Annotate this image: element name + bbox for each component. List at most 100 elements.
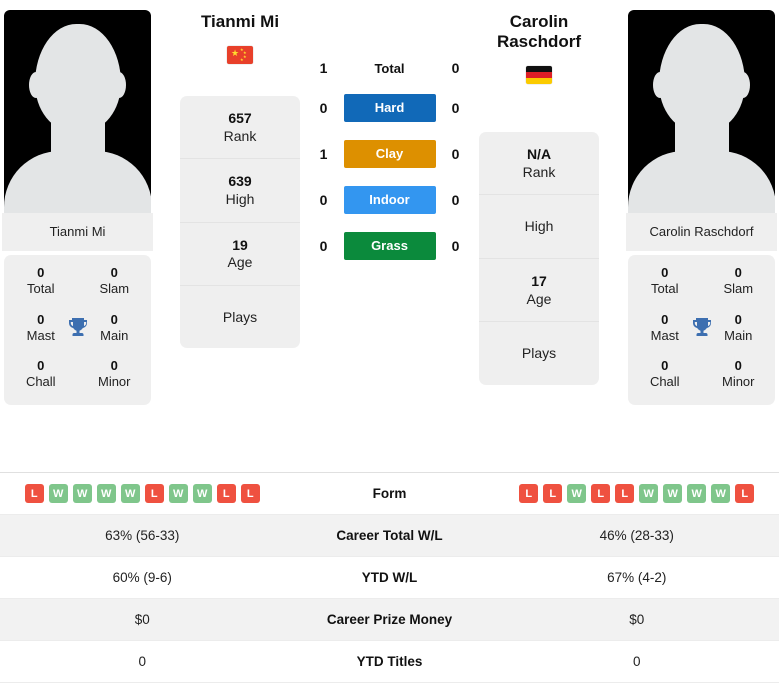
right-titles-minor: 0 Minor bbox=[702, 358, 776, 391]
row-label-form: Form bbox=[372, 486, 407, 501]
right-career-total-wl: 46% (28-33) bbox=[599, 528, 674, 543]
form-badge-win[interactable]: W bbox=[639, 484, 659, 503]
row-label-ytd-titles: YTD Titles bbox=[356, 654, 423, 669]
table-row-career-total-wl: 63% (56-33) Career Total W/L 46% (28-33) bbox=[0, 515, 779, 557]
h2h-total-label: Total bbox=[374, 60, 405, 76]
head-to-head-column: 1 Total 0 0 Hard 0 1 Clay 0 0 Indoor 0 0 bbox=[300, 0, 479, 260]
row-label-ytd-wl: YTD W/L bbox=[361, 570, 418, 585]
left-career-prize-money: $0 bbox=[134, 612, 150, 627]
right-titles-grid: 0 Total 0 Slam 0 Mast 0 Main 0 Chall 0 M… bbox=[628, 265, 775, 391]
left-stat-high-label: High bbox=[225, 190, 255, 207]
right-titles-total: 0 Total bbox=[628, 265, 702, 298]
comparison-table: LWWWWLWWLL Form LLWLLWWWWL 63% (56-33) C… bbox=[0, 472, 779, 683]
h2h-clay-right-score: 0 bbox=[451, 146, 460, 162]
right-stat-rank-value: N/A bbox=[526, 146, 552, 163]
form-badge-loss[interactable]: L bbox=[735, 484, 755, 503]
left-titles-minor: 0 Minor bbox=[78, 358, 152, 391]
right-player-photo-caption: Carolin Raschdorf bbox=[626, 213, 777, 251]
h2h-clay-badge[interactable]: Clay bbox=[343, 140, 436, 168]
h2h-indoor-badge[interactable]: Indoor bbox=[343, 186, 436, 214]
left-ytd-wl: 60% (9-6) bbox=[112, 570, 172, 585]
form-badge-loss[interactable]: L bbox=[519, 484, 539, 503]
form-badge-win[interactable]: W bbox=[687, 484, 707, 503]
left-titles-total-label: Total bbox=[27, 281, 55, 297]
left-player-titles-card: 0 Total 0 Slam 0 Mast 0 Main 0 Chall 0 M… bbox=[4, 255, 151, 405]
h2h-hard-right-score: 0 bbox=[451, 100, 460, 116]
avatar-shoulders-icon bbox=[628, 151, 775, 213]
left-titles-minor-value: 0 bbox=[110, 358, 118, 373]
right-player-photo bbox=[628, 10, 775, 213]
right-titles-chall: 0 Chall bbox=[628, 358, 702, 391]
right-titles-total-value: 0 bbox=[661, 265, 669, 280]
right-form-strip: LLWLLWWWWL bbox=[495, 484, 779, 503]
right-player-titles-card: 0 Total 0 Slam 0 Mast 0 Main 0 Chall 0 M… bbox=[628, 255, 775, 405]
left-player-flag-wrap: ★ ★ ★ ★ ★ bbox=[180, 46, 300, 65]
form-badge-loss[interactable]: L bbox=[216, 484, 236, 503]
right-career-prize-money: $0 bbox=[629, 612, 645, 627]
right-player-info-column: Carolin Raschdorf N/A Rank High 17 Age P… bbox=[479, 0, 599, 385]
right-titles-chall-label: Chall bbox=[649, 374, 680, 390]
h2h-indoor-left-score: 0 bbox=[319, 192, 328, 208]
form-badge-loss[interactable]: L bbox=[144, 484, 164, 503]
left-titles-slam: 0 Slam bbox=[78, 265, 152, 298]
form-badge-win[interactable]: W bbox=[192, 484, 212, 503]
h2h-total-left-score: 1 bbox=[319, 60, 328, 76]
cn-flag-icon: ★ ★ ★ ★ ★ bbox=[227, 46, 253, 65]
form-badge-win[interactable]: W bbox=[168, 484, 188, 503]
right-player-name: Carolin Raschdorf bbox=[496, 12, 582, 52]
form-badge-win[interactable]: W bbox=[120, 484, 140, 503]
right-stat-age-value: 17 bbox=[531, 272, 547, 289]
left-form-strip: LWWWWLWWLL bbox=[0, 484, 285, 503]
left-ytd-titles: 0 bbox=[138, 654, 146, 669]
left-titles-minor-label: Minor bbox=[97, 374, 131, 390]
left-stat-rank: 657 Rank bbox=[180, 96, 300, 160]
h2h-hard-badge[interactable]: Hard bbox=[343, 94, 436, 122]
avatar-ear-right-icon bbox=[112, 72, 126, 98]
left-titles-chall: 0 Chall bbox=[4, 358, 78, 391]
form-badge-loss[interactable]: L bbox=[543, 484, 563, 503]
right-titles-slam: 0 Slam bbox=[702, 265, 776, 298]
h2h-row-grass: 0 Grass 0 bbox=[310, 232, 470, 260]
right-stat-age-label: Age bbox=[526, 290, 552, 307]
form-badge-loss[interactable]: L bbox=[591, 484, 611, 503]
left-stat-plays: Plays bbox=[180, 286, 300, 349]
form-badge-win[interactable]: W bbox=[663, 484, 683, 503]
avatar-ear-left-icon bbox=[653, 72, 667, 98]
row-label-career-prize-money: Career Prize Money bbox=[326, 612, 453, 627]
form-badge-win[interactable]: W bbox=[567, 484, 587, 503]
left-player-photo-column: Tianmi Mi 0 Total 0 Slam 0 Mast 0 Main 0… bbox=[0, 0, 155, 405]
h2h-hard-left-score: 0 bbox=[319, 100, 328, 116]
left-career-total-wl: 63% (56-33) bbox=[105, 528, 180, 543]
right-titles-minor-value: 0 bbox=[734, 358, 742, 373]
right-stat-plays: Plays bbox=[479, 322, 599, 385]
form-badge-loss[interactable]: L bbox=[240, 484, 260, 503]
left-player-photo-caption: Tianmi Mi bbox=[2, 213, 153, 251]
table-row-career-prize-money: $0 Career Prize Money $0 bbox=[0, 599, 779, 641]
form-badge-loss[interactable]: L bbox=[615, 484, 635, 503]
form-badge-win[interactable]: W bbox=[711, 484, 731, 503]
left-titles-grid: 0 Total 0 Slam 0 Mast 0 Main 0 Chall 0 M… bbox=[4, 265, 151, 391]
comparison-header: Tianmi Mi 0 Total 0 Slam 0 Mast 0 Main 0… bbox=[0, 0, 779, 472]
h2h-row-indoor: 0 Indoor 0 bbox=[310, 186, 470, 214]
right-stat-rank: N/A Rank bbox=[479, 132, 599, 196]
form-badge-win[interactable]: W bbox=[96, 484, 116, 503]
h2h-row-clay: 1 Clay 0 bbox=[310, 140, 470, 168]
left-stat-age-label: Age bbox=[227, 254, 253, 271]
left-stat-high: 639 High bbox=[180, 159, 300, 223]
trophy-icon bbox=[692, 317, 711, 336]
h2h-grass-badge[interactable]: Grass bbox=[343, 232, 436, 260]
row-label-career-total-wl: Career Total W/L bbox=[336, 528, 443, 543]
form-badge-loss[interactable]: L bbox=[24, 484, 44, 503]
table-row-ytd-titles: 0 YTD Titles 0 bbox=[0, 641, 779, 683]
h2h-grass-left-score: 0 bbox=[319, 238, 328, 254]
left-stat-rank-value: 657 bbox=[228, 110, 252, 127]
cn-flag-star-large-icon: ★ bbox=[231, 48, 240, 59]
de-flag-band-gold bbox=[526, 78, 552, 85]
right-titles-total-label: Total bbox=[651, 281, 679, 297]
left-titles-slam-value: 0 bbox=[110, 265, 118, 280]
left-stat-age: 19 Age bbox=[180, 223, 300, 286]
form-badge-win[interactable]: W bbox=[48, 484, 68, 503]
h2h-row-hard: 0 Hard 0 bbox=[310, 94, 470, 122]
form-badge-win[interactable]: W bbox=[72, 484, 92, 503]
h2h-grass-right-score: 0 bbox=[451, 238, 460, 254]
